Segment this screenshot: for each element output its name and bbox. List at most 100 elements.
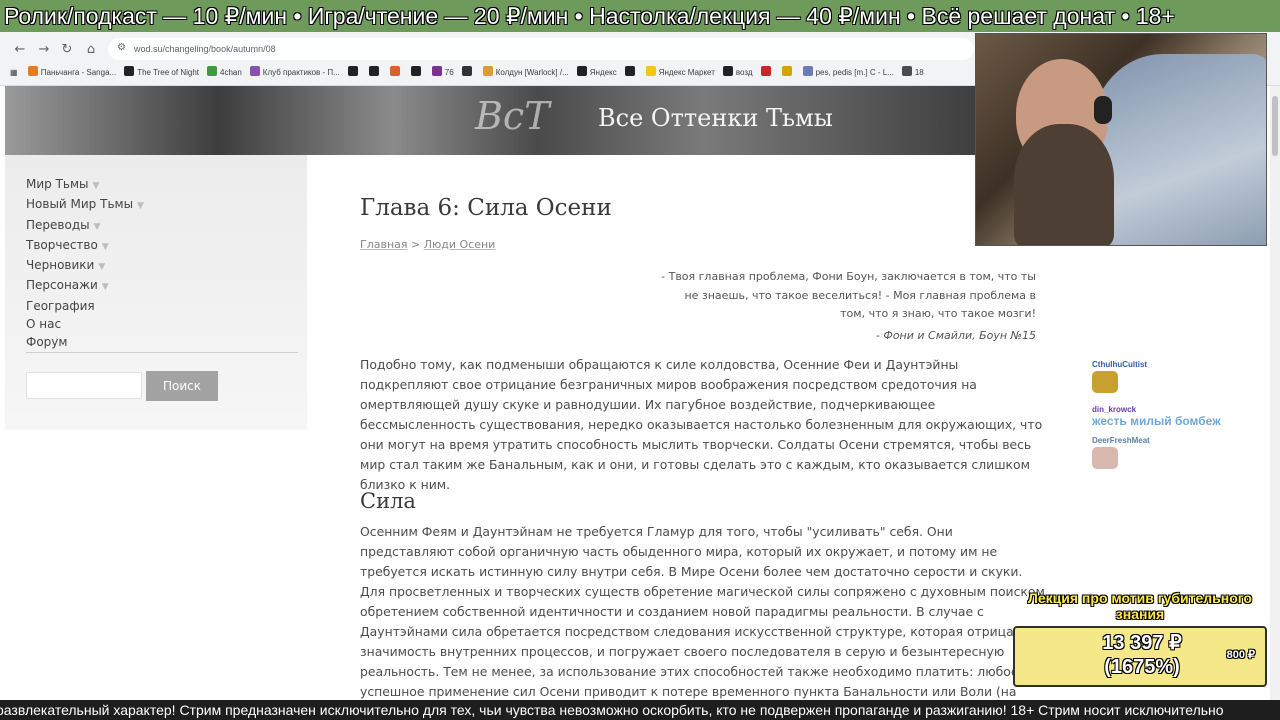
bookmark-item[interactable] (461, 64, 475, 82)
sidebar-item-label: Черновики (26, 258, 95, 273)
bookmark-item[interactable] (781, 64, 795, 82)
sidebar-item[interactable]: Переводы ▼ (26, 216, 144, 236)
bottom-ticker: развлекательный характер! Стрим предназн… (0, 700, 1280, 720)
bookmark-label: pes, pedis [m.] C - L... (815, 68, 894, 77)
sidebar-item[interactable]: Персонажи ▼ (26, 276, 144, 296)
top-ticker: Ролик/подкаст — 10 ₽/мин • Игра/чтение —… (0, 0, 1280, 32)
bookmark-label: 4chan (220, 68, 242, 77)
bookmark-favicon-icon (431, 66, 442, 76)
bookmark-label: The Tree of Night (137, 68, 199, 77)
bookmark-favicon-icon (461, 66, 472, 76)
sidebar-menu: Мир Тьмы ▼ Новый Мир Тьмы ▼ Переводы ▼ Творчес… (26, 175, 144, 352)
sidebar-item[interactable]: О нас (26, 315, 144, 333)
sidebar-item[interactable]: Мир Тьмы ▼ (26, 175, 144, 195)
bookmark-item[interactable]: Паньчанга - Sanga... (27, 64, 116, 82)
chevron-down-icon[interactable]: ▼ (102, 282, 109, 292)
forward-arrow-icon[interactable]: → (34, 40, 54, 60)
bookmark-favicon-icon (207, 66, 217, 76)
sidebar-item-label: Творчество (26, 237, 98, 252)
bookmark-favicon-icon (124, 66, 135, 76)
address-bar[interactable]: ⚙ wod.su/changeling/book/autumn/08 (108, 38, 974, 60)
bookmark-favicon-icon (802, 66, 813, 76)
chat-message: DeerFreshMeat (1092, 436, 1272, 473)
bookmark-item[interactable]: Клуб практиков - П... (249, 64, 340, 82)
bookmark-item[interactable] (760, 64, 774, 82)
chevron-down-icon[interactable]: ▼ (93, 181, 100, 191)
bookmark-favicon-icon (389, 66, 400, 76)
search-input[interactable] (26, 372, 142, 399)
bookmark-item[interactable]: The Tree of Night (124, 64, 199, 82)
home-icon[interactable]: ⌂ (81, 40, 101, 60)
sidebar-item-label: Форум (26, 335, 68, 350)
sidebar-item-label: Переводы (26, 217, 90, 232)
article: Глава 6: Сила Осени Главная > Люди Осени… (360, 155, 1050, 700)
sidebar-item-label: Новый Мир Тьмы (26, 197, 134, 212)
bookmark-item[interactable] (624, 64, 638, 82)
bookmark-item[interactable]: возд (722, 64, 753, 82)
search-button[interactable]: Поиск (146, 371, 218, 401)
bookmark-item[interactable]: 4chan (207, 64, 242, 82)
bookmark-favicon-icon (645, 66, 656, 76)
bookmark-item[interactable]: Колдун [Warlock] /... (482, 64, 569, 82)
chevron-down-icon[interactable]: ▼ (102, 242, 109, 252)
bookmark-favicon-icon (27, 66, 38, 76)
bookmark-item[interactable]: 18 (901, 64, 924, 82)
site-info-icon[interactable]: ⚙ (117, 42, 126, 53)
chat-emote-icon (1092, 447, 1118, 469)
epigraph-line: не знаешь, что такое веселиться! - Моя г… (684, 288, 1036, 302)
webcam-beard (1014, 124, 1114, 245)
epigraph: - Твоя главная проблема, Фони Боун, закл… (660, 268, 1036, 324)
bookmark-item[interactable] (389, 64, 403, 82)
bookmark-favicon-icon (624, 66, 635, 76)
sidebar-item[interactable]: Новый Мир Тьмы ▼ (26, 195, 144, 215)
chat-overlay: CthulhuCultist din_krowck жесть милый бо… (1092, 360, 1272, 481)
site-title[interactable]: Все Оттенки Тьмы (598, 104, 833, 132)
bookmark-item[interactable]: Яндекс Маркет (645, 64, 715, 82)
webcam-blanket (1091, 54, 1266, 245)
site-header: ВсТ Все Оттенки Тьмы (5, 86, 975, 155)
webcam-overlay (975, 33, 1267, 246)
breadcrumb-current-link[interactable]: Люди Осени (424, 238, 496, 251)
epigraph-line: - Твоя главная проблема, Фони Боун, закл… (661, 270, 1036, 283)
chevron-down-icon[interactable]: ▼ (137, 201, 144, 211)
bookmarks-bar: ▦ Паньчанга - Sanga... The Tree of Night 4… (10, 64, 932, 82)
bookmark-item[interactable]: pes, pedis [m.] C - L... (802, 64, 894, 82)
donation-goal-target: 800 ₽ (1226, 649, 1255, 661)
chevron-down-icon[interactable]: ▼ (98, 262, 105, 272)
sidebar-item[interactable]: Черновики ▼ (26, 256, 144, 276)
page-scrollbar[interactable] (1270, 86, 1280, 700)
sidebar-item-label: Персонажи (26, 278, 98, 293)
sidebar-divider (26, 352, 298, 353)
bookmark-item[interactable]: Яндекс (576, 64, 617, 82)
sidebar-item[interactable]: География (26, 297, 144, 315)
article-paragraph: Осенним Феям и Даунтэйнам не требуется Г… (360, 524, 1049, 699)
chat-username: din_krowck (1092, 405, 1137, 414)
bookmark-favicon-icon (482, 66, 493, 76)
bookmark-item[interactable] (410, 64, 424, 82)
bookmark-favicon-icon (760, 66, 771, 76)
chat-message: CthulhuCultist (1092, 360, 1272, 397)
bookmark-favicon-icon (781, 66, 792, 76)
headset-icon (1094, 96, 1112, 124)
site-logo[interactable]: ВсТ (475, 94, 550, 138)
bookmark-label: Колдун [Warlock] /... (495, 68, 569, 77)
bookmark-item[interactable] (347, 64, 361, 82)
bookmark-item[interactable]: 76 (431, 64, 454, 82)
chat-username: DeerFreshMeat (1092, 436, 1150, 445)
back-arrow-icon[interactable]: ← (10, 40, 30, 60)
apps-grid-icon[interactable]: ▦ (10, 64, 18, 82)
bookmark-favicon-icon (368, 66, 379, 76)
bookmark-label: 18 (914, 68, 924, 77)
article-paragraph: Подобно тому, как подменыши обращаются к… (360, 357, 1043, 492)
sidebar-item[interactable]: Творчество ▼ (26, 236, 144, 256)
scrollbar-thumb[interactable] (1272, 96, 1278, 156)
chevron-down-icon[interactable]: ▼ (94, 222, 101, 232)
reload-icon[interactable]: ↻ (57, 40, 77, 60)
breadcrumb: Главная > Люди Осени (360, 238, 495, 251)
bookmark-favicon-icon (576, 66, 587, 76)
chat-username: CthulhuCultist (1092, 360, 1148, 369)
sidebar-item[interactable]: Форум (26, 333, 144, 351)
donation-goal-label: Лекция про мотив губительного знания (1028, 590, 1252, 622)
bookmark-item[interactable] (368, 64, 382, 82)
breadcrumb-home-link[interactable]: Главная (360, 238, 408, 251)
